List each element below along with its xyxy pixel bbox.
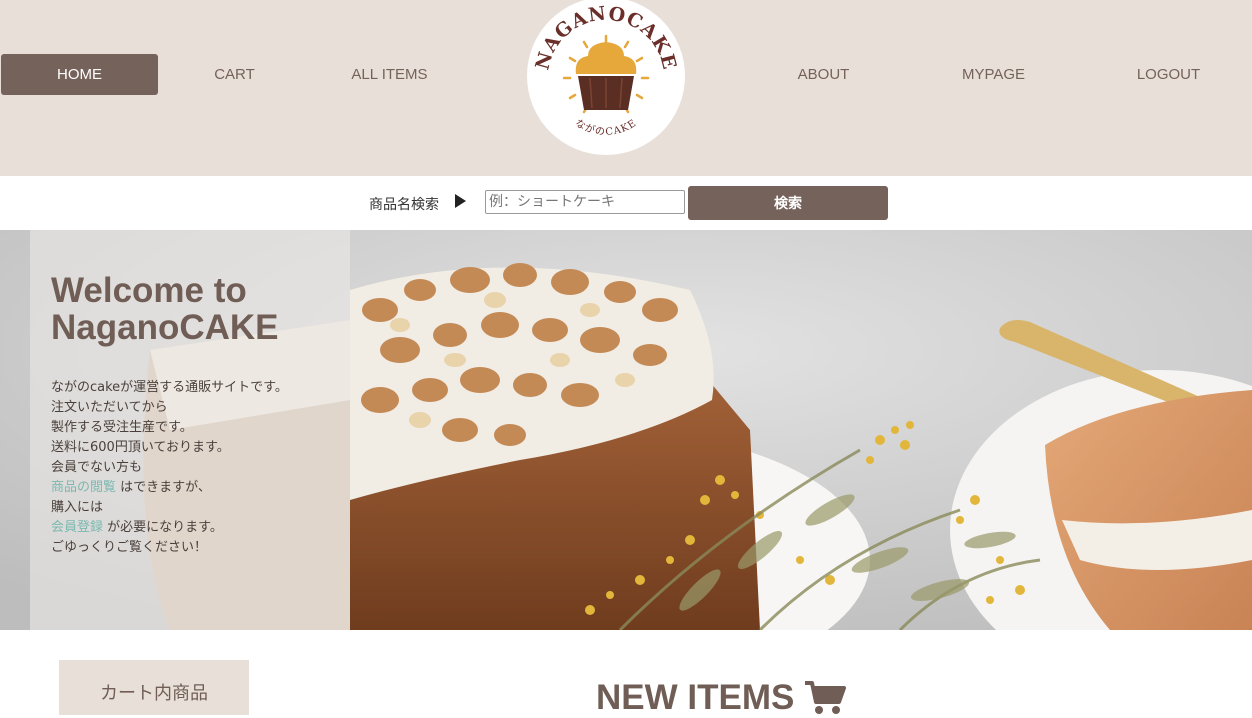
hero-line-8: 会員登録 が必要になります。 <box>51 518 288 538</box>
nav-logout-button[interactable]: LOGOUT <box>1090 54 1247 95</box>
sidebar-cart-title: カート内商品 <box>100 682 208 704</box>
hero-line-6: 商品の閲覧 はできますが、 <box>51 478 288 498</box>
site-header: HOME CART ALL ITEMS NAGANOCAKE ながのCAKE A… <box>0 0 1252 176</box>
hero-line-2: 注文いただいてから <box>51 400 168 415</box>
new-items-heading: NEW ITEMS <box>596 678 847 718</box>
site-logo[interactable]: NAGANOCAKE ながのCAKE <box>526 0 686 156</box>
hero-line-7: 購入には <box>51 500 104 515</box>
new-items-title: NEW ITEMS <box>596 678 795 717</box>
nav-cart-button[interactable]: CART <box>156 54 313 95</box>
hero-description: ながのcakeが運営する通販サイトです。 注文いただいてから 製作する受注生産で… <box>51 378 288 558</box>
hero-line-3: 製作する受注生産です。 <box>51 420 193 435</box>
nav-about-button[interactable]: ABOUT <box>745 54 902 95</box>
hero-line-8-rest: が必要になります。 <box>103 520 223 535</box>
hero-banner: Welcome to NaganoCAKE ながのcakeが運営する通販サイトで… <box>0 230 1252 630</box>
hero-line-9: ごゆっくりご覧ください！ <box>51 540 208 555</box>
shopping-cart-icon <box>805 681 847 714</box>
sidebar-cart-box: カート内商品 <box>59 660 249 715</box>
hero-title-line-2: NaganoCAKE <box>51 308 279 347</box>
nav-mypage-button[interactable]: MYPAGE <box>915 54 1072 95</box>
hero-title-line-1: Welcome to <box>51 271 247 310</box>
hero-line-6-rest: はできますが、 <box>116 480 211 495</box>
hero-line-1: ながのcakeが運営する通販サイトです。 <box>51 380 288 395</box>
search-input[interactable] <box>485 190 685 214</box>
play-arrow-icon <box>455 194 466 208</box>
search-bar: 商品名検索 検索 <box>0 176 1252 230</box>
search-label: 商品名検索 <box>369 196 439 212</box>
register-link[interactable]: 会員登録 <box>51 520 103 535</box>
search-button[interactable]: 検索 <box>688 186 888 220</box>
nav-home-button[interactable]: HOME <box>1 54 158 95</box>
hero-line-4: 送料に600円頂いております。 <box>51 440 230 455</box>
nav-all-items-button[interactable]: ALL ITEMS <box>311 54 468 95</box>
hero-line-5: 会員でない方も <box>51 460 143 475</box>
browse-items-link[interactable]: 商品の閲覧 <box>51 480 116 495</box>
hero-title: Welcome to NaganoCAKE <box>51 272 341 346</box>
